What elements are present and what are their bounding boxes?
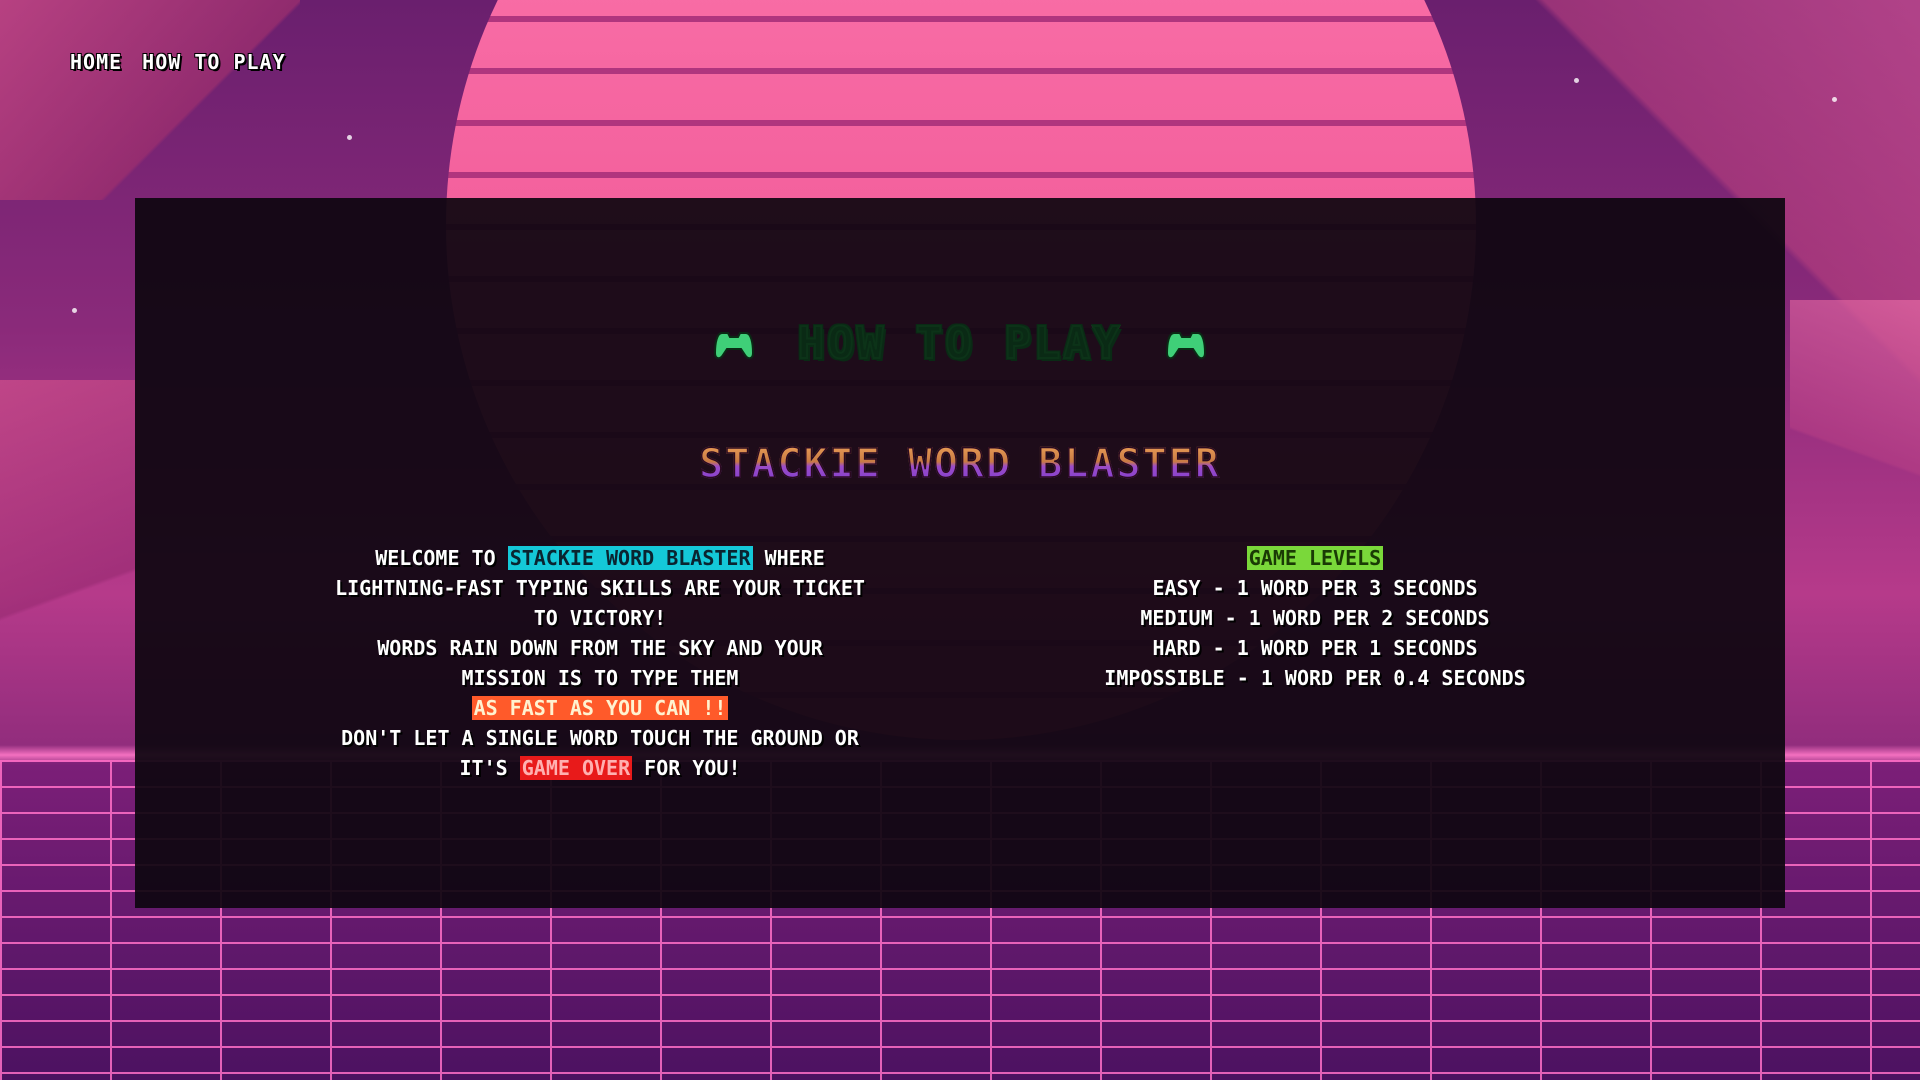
intro-welcome: WELCOME TO [375,546,496,570]
intro-its: IT'S [459,756,508,780]
intro-line: WORDS RAIN DOWN FROM THE SKY AND YOUR [377,636,823,660]
game-over-highlight: GAME OVER [519,756,633,780]
nav-home-link[interactable]: HOME [70,50,122,74]
intro-text: WELCOME TO STACKIE WORD BLASTER WHERE LI… [290,543,910,783]
gamepad-icon [1165,321,1206,372]
game-subtitle: STACKIE WORD BLASTER [135,440,1785,488]
intro-line: IT'S GAME OVER FOR YOU! [290,753,910,783]
star [1574,78,1579,83]
top-nav: HOME HOW TO PLAY [70,50,286,74]
star [1832,97,1837,102]
level-item: HARD - 1 WORD PER 1 SECONDS [1152,636,1478,660]
nav-how-to-play-link[interactable]: HOW TO PLAY [142,50,285,74]
star [72,308,77,313]
level-item: MEDIUM - 1 WORD PER 2 SECONDS [1140,606,1490,630]
fast-highlight: AS FAST AS YOU CAN !! [471,696,729,720]
star [347,135,352,140]
levels-heading-line: GAME LEVELS [1035,543,1595,573]
intro-for-you: FOR YOU! [644,756,741,780]
background-facet [1790,300,1920,600]
level-item: EASY - 1 WORD PER 3 SECONDS [1152,576,1478,600]
intro-line: AS FAST AS YOU CAN !! [290,693,910,723]
levels-heading: GAME LEVELS [1246,546,1384,570]
intro-where: WHERE [764,546,825,570]
game-name-highlight: STACKIE WORD BLASTER [507,546,753,570]
intro-line: TO VICTORY! [533,606,667,630]
background-facet [0,0,300,200]
title-text: HOW TO PLAY [797,317,1123,370]
intro-line: LIGHTNING-FAST TYPING SKILLS ARE YOUR TI… [335,576,865,600]
gamepad-icon [714,321,755,372]
page-title: HOW TO PLAY [135,317,1785,372]
level-item: IMPOSSIBLE - 1 WORD PER 0.4 SECONDS [1104,666,1526,690]
intro-line: MISSION IS TO TYPE THEM [461,666,739,690]
intro-line: WELCOME TO STACKIE WORD BLASTER WHERE [290,543,910,573]
game-levels: GAME LEVELS EASY - 1 WORD PER 3 SECONDS … [1035,543,1595,693]
background-facet [0,380,140,760]
intro-line: DON'T LET A SINGLE WORD TOUCH THE GROUND… [341,726,859,750]
how-to-play-panel: HOW TO PLAY STACKIE WORD BLASTER WELCOME… [135,198,1785,908]
